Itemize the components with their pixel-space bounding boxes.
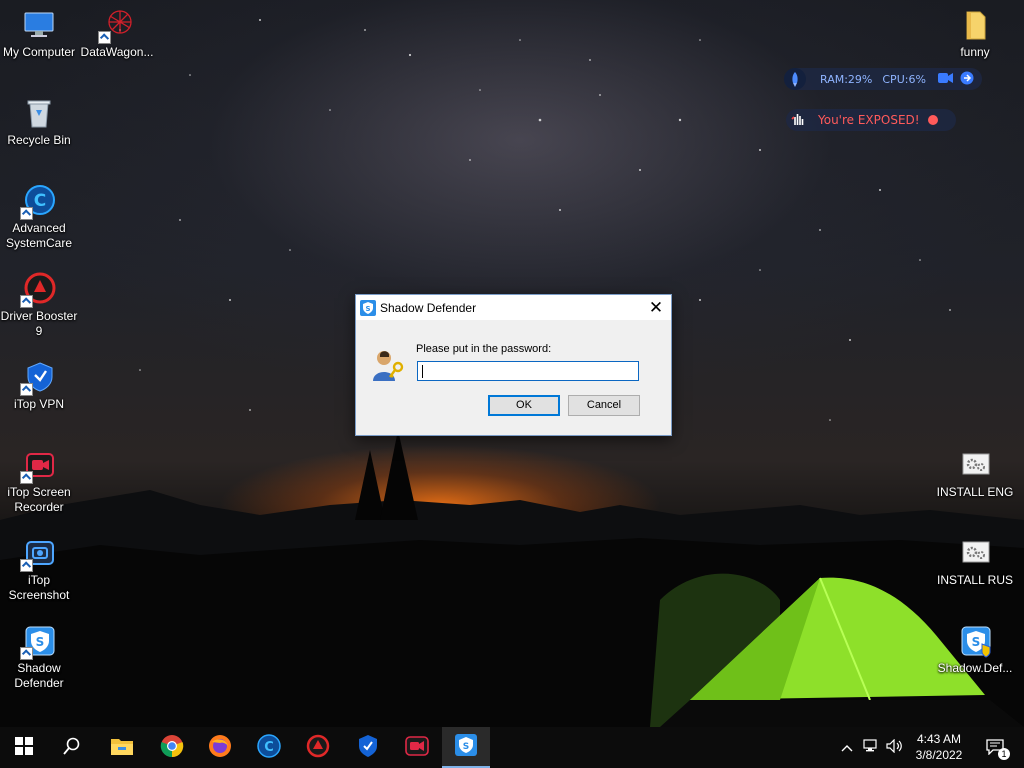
- vpn-status-text: You're EXPOSED!: [818, 113, 920, 127]
- desktop-icon-install-rus[interactable]: INSTALL RUS: [936, 536, 1014, 588]
- ok-button[interactable]: OK: [488, 395, 560, 416]
- shortcut-arrow-icon: [20, 207, 33, 220]
- shortcut-arrow-icon: [98, 31, 111, 44]
- clock-time: 4:43 AM: [916, 732, 962, 746]
- notification-count-badge: 1: [998, 747, 1010, 760]
- settings-file-icon: [958, 536, 992, 570]
- shortcut-arrow-icon: [20, 647, 33, 660]
- shadow-defender-icon: S: [454, 733, 478, 760]
- driver-booster-icon: [306, 734, 330, 761]
- taskbar-advanced-systemcare[interactable]: C: [245, 727, 293, 768]
- shortcut-arrow-icon: [20, 295, 33, 308]
- driver-booster-icon: [20, 272, 56, 308]
- password-input[interactable]: [417, 361, 639, 381]
- computer-icon: [22, 8, 56, 42]
- shadow-defender-installer-icon: S: [958, 624, 992, 658]
- desktop-icon-itop-screen-recorder[interactable]: iTop Screen Recorder: [0, 448, 78, 515]
- network-icon: [863, 739, 879, 756]
- svg-text:S: S: [365, 305, 370, 313]
- svg-text:S: S: [972, 635, 981, 649]
- expand-arrow-icon[interactable]: [960, 71, 974, 88]
- desktop-icon-advanced-systemcare[interactable]: C Advanced SystemCare: [0, 184, 78, 251]
- itop-screen-recorder-icon: [405, 735, 429, 760]
- desktop-icon-my-computer[interactable]: My Computer: [0, 8, 78, 60]
- shortcut-arrow-icon: [20, 383, 33, 396]
- cpu-label: CPU:: [882, 72, 909, 86]
- shortcut-arrow-icon: [20, 471, 33, 484]
- network-tray-button[interactable]: [860, 727, 882, 768]
- notification-icon: 1: [986, 738, 1010, 760]
- text-cursor: [422, 365, 423, 378]
- clock-date: 3/8/2022: [915, 748, 963, 762]
- itop-vpn-icon: [356, 734, 380, 761]
- desktop-icon-driver-booster[interactable]: Driver Booster 9: [0, 272, 78, 339]
- dialog-titlebar[interactable]: S Shadow Defender ✕: [356, 295, 671, 320]
- taskbar-driver-booster[interactable]: [294, 727, 342, 768]
- desktop-icon-itop-vpn[interactable]: iTop VPN: [0, 360, 78, 412]
- system-monitor-widget[interactable]: RAM: 29% CPU: 6%: [784, 68, 982, 90]
- desktop-icon-recycle-bin[interactable]: Recycle Bin: [0, 96, 78, 148]
- svg-text:S: S: [36, 635, 45, 649]
- cpu-value: 6%: [908, 72, 926, 86]
- password-dialog: S Shadow Defender ✕ Please put in the pa…: [355, 294, 672, 436]
- itop-vpn-icon: [20, 360, 56, 396]
- volume-icon: [886, 738, 904, 756]
- volume-tray-button[interactable]: [884, 727, 906, 768]
- taskbar-file-explorer[interactable]: [98, 727, 146, 768]
- windows-logo-icon: [15, 737, 33, 758]
- desktop-icon-shadow-defender-installer[interactable]: S Shadow.Def...: [936, 624, 1014, 676]
- action-center-button[interactable]: 1: [978, 727, 1014, 768]
- taskbar-firefox[interactable]: [196, 727, 244, 768]
- taskbar: C S 4:43 AM 3/8/2022 1: [0, 727, 1024, 768]
- desktop-icon-shadow-defender[interactable]: S Shadow Defender: [0, 624, 78, 691]
- svg-text:C: C: [34, 191, 46, 211]
- show-hidden-icons-button[interactable]: [838, 727, 856, 768]
- dialog-title: Shadow Defender: [380, 300, 477, 315]
- desktop-icon-datawagon[interactable]: DataWagon...: [78, 8, 156, 60]
- svg-text:C: C: [264, 740, 274, 755]
- desktop-icon-install-eng[interactable]: INSTALL ENG: [936, 448, 1014, 500]
- taskbar-clock[interactable]: 4:43 AM 3/8/2022: [906, 731, 972, 763]
- advanced-systemcare-icon: C: [257, 734, 281, 761]
- itop-screen-recorder-icon: [20, 448, 56, 484]
- shortcut-arrow-icon: [20, 559, 33, 572]
- svg-text:S: S: [463, 742, 469, 752]
- file-explorer-icon: [110, 736, 134, 759]
- taskbar-itop-screen-recorder[interactable]: [393, 727, 441, 768]
- firefox-icon: [208, 734, 232, 761]
- recycle-bin-icon: [22, 96, 56, 130]
- advanced-systemcare-icon: C: [20, 184, 56, 220]
- exposed-hand-icon: [790, 111, 806, 130]
- taskbar-chrome[interactable]: [148, 727, 196, 768]
- desktop-icon-itop-screenshot[interactable]: iTop Screenshot: [0, 536, 78, 603]
- folder-icon: [958, 8, 992, 42]
- password-prompt-label: Please put in the password:: [416, 343, 552, 355]
- vpn-status-widget[interactable]: You're EXPOSED!: [786, 109, 956, 131]
- itop-screenshot-icon: [20, 536, 56, 572]
- search-button[interactable]: [48, 727, 96, 768]
- taskbar-itop-vpn[interactable]: [344, 727, 392, 768]
- shadow-defender-icon: S: [360, 299, 376, 316]
- cancel-button[interactable]: Cancel: [568, 395, 640, 416]
- datawagon-icon: [98, 8, 134, 44]
- ram-label: RAM:: [820, 72, 848, 86]
- chrome-icon: [160, 734, 184, 761]
- taskbar-shadow-defender[interactable]: S: [442, 727, 490, 768]
- search-icon: [63, 737, 81, 758]
- chevron-up-icon: [841, 741, 853, 755]
- settings-file-icon: [958, 448, 992, 482]
- desktop-icon-funny-folder[interactable]: funny: [936, 8, 1014, 60]
- shadow-defender-icon: S: [20, 624, 56, 660]
- user-key-icon: [370, 347, 406, 386]
- close-button[interactable]: ✕: [641, 295, 671, 320]
- ram-value: 29%: [847, 72, 873, 86]
- rocket-icon: [784, 68, 806, 90]
- start-button[interactable]: [0, 727, 48, 768]
- screen-record-icon[interactable]: [937, 72, 954, 87]
- status-dot-icon: [927, 115, 938, 125]
